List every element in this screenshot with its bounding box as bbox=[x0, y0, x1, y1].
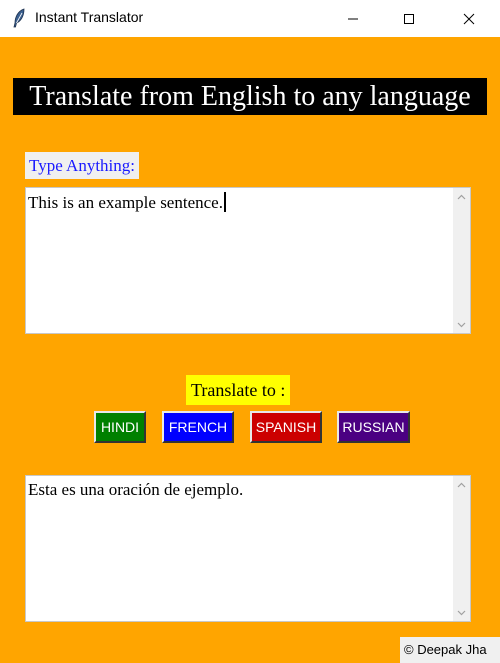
app-body: Translate from English to any language T… bbox=[0, 37, 500, 663]
window-title: Instant Translator bbox=[35, 9, 144, 25]
input-text: This is an example sentence. bbox=[28, 193, 223, 212]
minimize-button[interactable] bbox=[330, 0, 376, 37]
hindi-button[interactable]: HINDI bbox=[94, 411, 146, 443]
minimize-icon bbox=[348, 18, 358, 19]
scroll-down-icon[interactable] bbox=[453, 316, 470, 333]
french-button[interactable]: FRENCH bbox=[162, 411, 234, 443]
close-button[interactable] bbox=[446, 0, 492, 37]
scroll-up-icon[interactable] bbox=[453, 476, 470, 493]
credit-label: © Deepak Jha bbox=[400, 637, 500, 663]
scroll-down-icon[interactable] bbox=[453, 604, 470, 621]
output-textarea[interactable]: Esta es una oración de ejemplo. bbox=[25, 475, 471, 622]
spanish-button[interactable]: SPANISH bbox=[250, 411, 322, 443]
output-text: Esta es una oración de ejemplo. bbox=[28, 480, 244, 499]
input-textarea[interactable]: This is an example sentence. bbox=[25, 187, 471, 334]
title-bar: Instant Translator bbox=[0, 0, 500, 37]
maximize-button[interactable] bbox=[386, 0, 432, 37]
output-scrollbar[interactable] bbox=[453, 476, 470, 621]
russian-button[interactable]: RUSSIAN bbox=[337, 411, 410, 443]
close-icon bbox=[463, 13, 475, 24]
scroll-up-icon[interactable] bbox=[453, 188, 470, 205]
maximize-icon bbox=[404, 13, 414, 24]
page-title: Translate from English to any language bbox=[13, 78, 487, 115]
input-label: Type Anything: bbox=[25, 152, 140, 179]
text-cursor bbox=[223, 192, 226, 212]
input-scrollbar[interactable] bbox=[453, 188, 470, 333]
feather-icon bbox=[12, 8, 26, 28]
translate-to-label: Translate to : bbox=[186, 375, 291, 405]
